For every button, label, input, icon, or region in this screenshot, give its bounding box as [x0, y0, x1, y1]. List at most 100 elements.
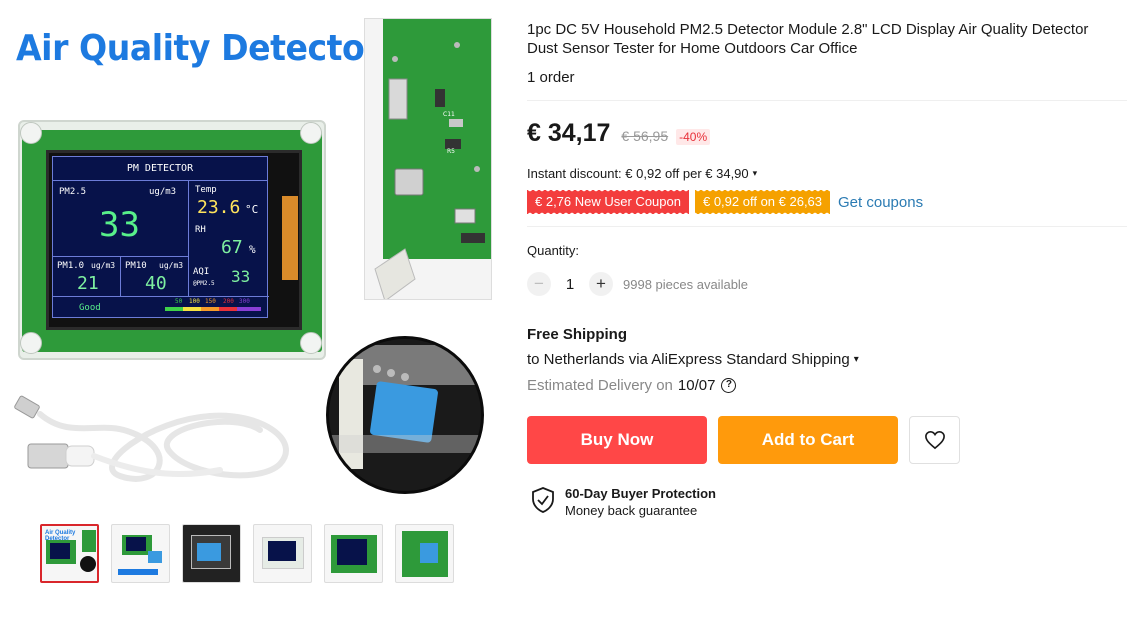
action-buttons: Buy Now Add to Cart — [527, 416, 1123, 464]
usb-cable — [14, 395, 289, 482]
lcd-temp-unit: °C — [245, 203, 259, 216]
thumb-screen — [126, 537, 146, 551]
new-user-coupon[interactable]: € 2,76 New User Coupon — [527, 190, 689, 214]
lcd-scale-bar — [183, 307, 201, 311]
thumbnail-5[interactable] — [324, 524, 383, 583]
thumb-side — [82, 530, 96, 552]
lcd-aqi-value: 33 — [231, 267, 251, 286]
thumbnail-1[interactable]: Air Quality Detector — [40, 524, 99, 583]
main-product-image[interactable]: Air Quality Detector C11 R5 PM DETECTOR — [0, 0, 500, 510]
lcd-aqi-label: AQI — [193, 267, 210, 277]
lcd-pm1-unit: ug/m3 — [91, 261, 116, 270]
quantity-plus-button[interactable]: + — [589, 272, 613, 296]
thumb-circle — [80, 556, 96, 572]
corner-screw — [20, 332, 42, 354]
lcd-status: Good — [79, 303, 101, 313]
lcd-pm25-label: PM2.5 — [59, 187, 87, 197]
lcd-temp-value: 23.6 — [197, 197, 241, 218]
thumb-screen — [50, 543, 70, 559]
lcd-scale-label: 100 — [189, 298, 200, 305]
original-price: € 56,95 — [621, 128, 669, 144]
price-row: € 34,17 € 56,95 -40% — [527, 119, 1123, 148]
protection-text: 60-Day Buyer Protection Money back guara… — [565, 486, 716, 518]
thumbnail-strip: Air Quality Detector — [40, 524, 454, 583]
lcd-pm10-value: 40 — [145, 273, 167, 294]
sensor-zoom-circle — [326, 336, 484, 494]
lcd-pm25-unit: ug/m3 — [149, 187, 177, 197]
quantity-label: Quantity: — [527, 243, 580, 258]
lcd-scale-bar — [219, 307, 237, 311]
lcd-rh-unit: % — [249, 243, 256, 256]
thumb-sensor — [420, 543, 438, 563]
heart-icon — [924, 430, 945, 450]
lcd-rh-value: 67 — [221, 237, 243, 258]
side-product-photo: C11 R5 — [364, 18, 492, 300]
thumb-caption — [118, 569, 158, 575]
flex-cable — [282, 196, 298, 280]
thumb-sensor — [148, 551, 162, 563]
lcd-scale-bar — [237, 307, 261, 311]
product-title: 1pc DC 5V Household PM2.5 Detector Modul… — [527, 21, 1089, 57]
svg-text:C11: C11 — [443, 111, 455, 118]
lcd-rh-label: RH — [195, 225, 206, 235]
lcd-scale-label: 150 — [205, 298, 216, 305]
thumbnail-6[interactable] — [395, 524, 454, 583]
lcd-pm1-label: PM1.0 — [57, 261, 85, 271]
buyer-protection: 60-Day Buyer Protection Money back guara… — [527, 486, 1123, 518]
current-price: € 34,17 — [527, 119, 611, 147]
shipping-destination[interactable]: to Netherlands via AliExpress Standard S… — [527, 351, 1123, 368]
lcd-temp-label: Temp — [195, 185, 217, 195]
protection-title: 60-Day Buyer Protection — [565, 486, 716, 501]
corner-screw — [300, 122, 322, 144]
svg-text:R5: R5 — [447, 148, 455, 155]
wishlist-button[interactable] — [909, 416, 960, 464]
thumb-screen — [337, 539, 367, 565]
lcd-pm25-value: 33 — [99, 205, 140, 245]
lcd-scale-bar — [201, 307, 219, 311]
quantity-stepper: − 1 + 9998 pieces available — [527, 272, 1123, 296]
instant-discount-text: Instant discount: € 0,92 off per € 34,90 — [527, 166, 749, 181]
lcd-aqi-sub: @PM2.5 — [193, 280, 215, 287]
corner-screw — [300, 332, 322, 354]
quantity-minus-button[interactable]: − — [527, 272, 551, 296]
instant-discount[interactable]: Instant discount: € 0,92 off per € 34,90… — [527, 166, 1123, 181]
thumb-sensor — [197, 543, 221, 561]
shipping-destination-text: to Netherlands via AliExpress Standard S… — [527, 351, 850, 368]
divider — [527, 226, 1127, 227]
thumb-screen — [268, 541, 296, 561]
lcd-pm10-label: PM10 — [125, 261, 147, 271]
lcd-header: PM DETECTOR — [53, 157, 267, 181]
lcd-scale-label: 50 — [175, 298, 183, 305]
product-info: 1pc DC 5V Household PM2.5 Detector Modul… — [527, 20, 1127, 518]
get-coupons-link[interactable]: Get coupons — [838, 194, 923, 211]
chevron-down-icon: ▾ — [752, 168, 758, 178]
estimated-delivery: Estimated Delivery on 10/07 ? — [527, 377, 1123, 394]
thumbnail-2[interactable] — [111, 524, 170, 583]
shipping-title: Free Shipping — [527, 326, 628, 343]
lcd-pm1-value: 21 — [77, 273, 99, 294]
discount-badge: -40% — [676, 129, 711, 145]
store-coupon[interactable]: € 0,92 off on € 26,63 — [694, 190, 831, 214]
shield-check-icon — [532, 487, 554, 513]
divider — [527, 100, 1127, 101]
quantity-value[interactable]: 1 — [551, 276, 589, 293]
order-count: 1 order — [527, 69, 575, 86]
lcd-pm10-unit: ug/m3 — [159, 261, 184, 270]
lcd-screen: PM DETECTOR PM2.5 ug/m3 33 Temp 23.6 °C … — [52, 156, 269, 318]
lcd-scale-label: 300 — [239, 298, 250, 305]
lcd-scale-bar — [165, 307, 183, 311]
lcd-scale-label: 200 — [223, 298, 234, 305]
delivery-label: Estimated Delivery on — [527, 377, 673, 394]
delivery-date: 10/07 — [677, 377, 716, 394]
thumbnail-3[interactable] — [182, 524, 241, 583]
corner-screw — [20, 122, 42, 144]
chevron-down-icon: ▾ — [853, 354, 859, 365]
buy-now-button[interactable]: Buy Now — [527, 416, 707, 464]
protection-subtitle: Money back guarantee — [565, 503, 698, 518]
thumbnail-4[interactable] — [253, 524, 312, 583]
help-icon[interactable]: ? — [721, 378, 737, 393]
image-brand-title: Air Quality Detector — [16, 28, 381, 69]
coupon-row: € 2,76 New User Coupon € 0,92 off on € 2… — [527, 190, 1123, 214]
stock-available: 9998 pieces available — [623, 276, 749, 292]
add-to-cart-button[interactable]: Add to Cart — [718, 416, 898, 464]
